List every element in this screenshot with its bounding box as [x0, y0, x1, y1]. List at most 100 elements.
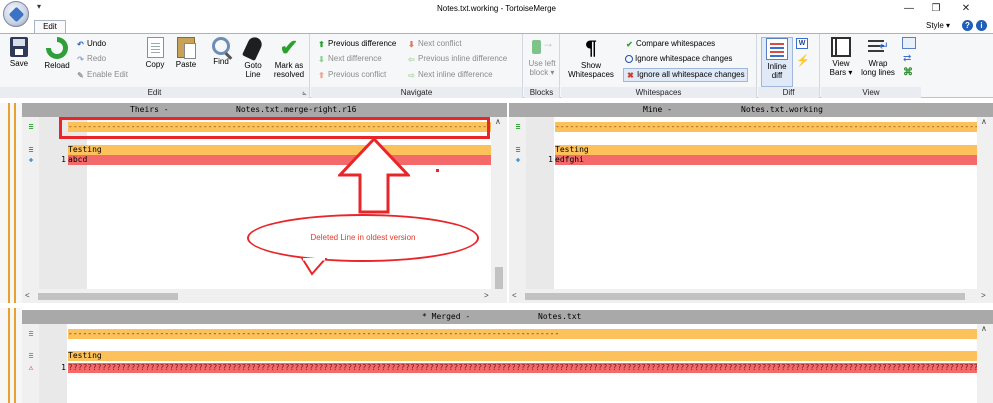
merged-line-3[interactable]: ????????????????????????????????????????…	[68, 363, 977, 373]
save-label: Save	[9, 59, 29, 68]
next-difference-button[interactable]: ⬇ Next difference	[317, 54, 382, 64]
scroll-right-icon[interactable]: >	[981, 291, 986, 300]
one-pane-view-icon[interactable]	[902, 37, 916, 49]
app-menu-icon[interactable]	[3, 1, 29, 27]
inline-diff-label-1: Inline	[767, 62, 787, 71]
goto-line-button[interactable]: Goto Line	[240, 35, 266, 79]
mine-pane[interactable]: Mine - Notes.txt.working ---------------…	[509, 103, 993, 303]
next-inline-difference-button[interactable]: ⇨ Next inline difference	[407, 70, 492, 80]
enable-edit-label: Enable Edit	[87, 70, 128, 79]
mine-header-label: Mine -	[643, 105, 672, 114]
minimize-button[interactable]: —	[898, 2, 920, 16]
next-difference-label: Next difference	[328, 54, 382, 63]
close-button[interactable]: ✕	[955, 2, 977, 16]
whitespaces-group: ¶ Show Whitespaces ✔ Compare whitespaces…	[561, 34, 757, 98]
tab-edit[interactable]: Edit	[34, 20, 66, 34]
scroll-up-icon[interactable]: ∧	[981, 117, 987, 126]
theirs-horizontal-scrollbar[interactable]: < >	[22, 289, 507, 303]
theirs-vscroll-thumb[interactable]	[495, 267, 503, 289]
up-arrow-annotation	[338, 137, 410, 214]
merged-line-1-text: ----------------------------------------…	[68, 329, 560, 338]
scroll-left-icon[interactable]: <	[512, 291, 517, 300]
pilcrow-icon: ¶	[584, 36, 598, 60]
theirs-line-2-gutter: ≡	[22, 145, 68, 155]
scroll-left-icon[interactable]: <	[25, 291, 30, 300]
location-bar-bottom[interactable]	[0, 308, 22, 403]
paste-button[interactable]: Paste	[172, 37, 200, 69]
ignore-all-whitespace-label: Ignore all whitespace changes	[637, 70, 745, 79]
mine-hscroll-thumb[interactable]	[525, 293, 965, 300]
redo-button[interactable]: ↷ Redo	[76, 54, 106, 64]
callout-text: Deleted Line in oldest version	[310, 233, 416, 242]
navigate-group-label: Navigate	[311, 87, 522, 98]
swap-panes-icon[interactable]: ⇄	[903, 53, 911, 64]
view-bars-icon	[831, 37, 851, 57]
location-bar-top[interactable]	[0, 103, 22, 303]
theirs-line-3-text: abcd	[68, 155, 88, 164]
mine-horizontal-scrollbar[interactable]: < >	[509, 289, 993, 303]
compare-whitespaces-option[interactable]: ✔ Compare whitespaces	[625, 39, 715, 49]
removed-line-icon: ≡	[28, 145, 34, 154]
merged-pane[interactable]: * Merged - Notes.txt -------------------…	[22, 310, 993, 403]
save-icon	[10, 37, 28, 57]
style-menu[interactable]: Style ▾	[926, 21, 950, 30]
scroll-up-icon[interactable]: ∧	[981, 324, 987, 333]
dialog-launcher-icon[interactable]: ⊾	[302, 90, 307, 97]
word-diff-icon[interactable]: W	[796, 38, 808, 49]
use-left-block-button[interactable]: Use left block ▾	[526, 37, 558, 77]
view-group-label: View	[821, 87, 921, 98]
merged-line-1[interactable]: ----------------------------------------…	[68, 329, 977, 339]
show-whitespaces-label-1: Show	[580, 61, 601, 70]
theirs-line-3[interactable]: abcd	[68, 155, 507, 165]
theirs-hscroll-thumb[interactable]	[38, 293, 178, 300]
previous-inline-difference-button[interactable]: ⇦ Previous inline difference	[407, 54, 507, 64]
theirs-header-file: Notes.txt.merge-right.r16	[236, 105, 357, 114]
previous-difference-button[interactable]: ⬆ Previous difference	[317, 39, 396, 49]
navigate-group: ⬆ Previous difference ⬇ Next difference …	[311, 34, 523, 98]
goto-line-icon	[242, 35, 264, 61]
goto-line-label-2: Line	[245, 70, 261, 79]
window-title: Notes.txt.working - TortoiseMerge	[436, 4, 556, 13]
highlight-icon[interactable]: ⚡	[796, 54, 810, 67]
inline-diff-button[interactable]: Inline diff	[761, 37, 793, 87]
scroll-up-icon[interactable]: ∧	[495, 117, 501, 126]
view-bars-label-2: Bars ▾	[829, 68, 853, 77]
wrap-long-lines-button[interactable]: Wrap long lines	[859, 37, 897, 77]
show-whitespaces-button[interactable]: ¶ Show Whitespaces	[565, 37, 617, 79]
theirs-line-2[interactable]: Testing	[68, 145, 507, 155]
mine-line-2-gutter: ≡	[509, 145, 555, 155]
mine-vertical-scrollbar[interactable]: ∧	[977, 117, 993, 289]
mine-line-3[interactable]: edfghi	[555, 155, 993, 165]
copy-button[interactable]: Copy	[142, 37, 168, 69]
down-arrow-icon: ⬇	[318, 54, 325, 64]
merged-line-2[interactable]: Testing	[68, 351, 977, 361]
restore-button[interactable]: ❐	[925, 2, 947, 16]
about-icon[interactable]: i	[976, 20, 987, 31]
next-conflict-button[interactable]: ⬇ Next conflict	[407, 39, 461, 49]
diff-location-strip-2	[14, 103, 16, 303]
mark-resolved-button[interactable]: ✔ Mark as resolved	[272, 37, 306, 80]
mine-line-3-gutter: ✚ 1	[509, 155, 555, 165]
enable-edit-button[interactable]: ✎ Enable Edit	[76, 70, 128, 80]
scroll-right-icon[interactable]: >	[484, 291, 489, 300]
title-bar: ▾ Notes.txt.working - TortoiseMerge — ❐ …	[0, 0, 993, 27]
mine-line-2[interactable]: Testing	[555, 145, 993, 155]
mine-line-1[interactable]: ----------------------------------------…	[555, 122, 993, 132]
theirs-header-label: Theirs -	[130, 105, 169, 114]
collapse-icon[interactable]: ⌘	[903, 67, 913, 78]
help-icon[interactable]: ?	[962, 20, 973, 31]
merged-vertical-scrollbar[interactable]: ∧	[977, 324, 993, 403]
reload-button[interactable]: Reload	[42, 37, 72, 70]
find-button[interactable]: Find	[208, 37, 234, 66]
previous-conflict-button[interactable]: ⬆ Previous conflict	[317, 70, 386, 80]
theirs-vertical-scrollbar[interactable]: ∧	[491, 117, 507, 289]
save-button[interactable]: Save	[6, 37, 32, 68]
edit-group: Save Reload ↶ Undo ↷ Redo ✎ Enable Edit …	[0, 34, 310, 98]
ignore-all-whitespace-option[interactable]: ✖ Ignore all whitespace changes	[623, 68, 748, 82]
undo-button[interactable]: ↶ Undo	[76, 39, 106, 49]
ignore-whitespace-changes-option[interactable]: Ignore whitespace changes	[625, 54, 732, 64]
theirs-line-3-gutter: ✚ 1	[22, 155, 68, 165]
merged-line-2-gutter: ≡	[22, 351, 68, 361]
mine-header: Mine - Notes.txt.working	[509, 103, 993, 117]
view-bars-button[interactable]: View Bars ▾	[825, 37, 857, 77]
